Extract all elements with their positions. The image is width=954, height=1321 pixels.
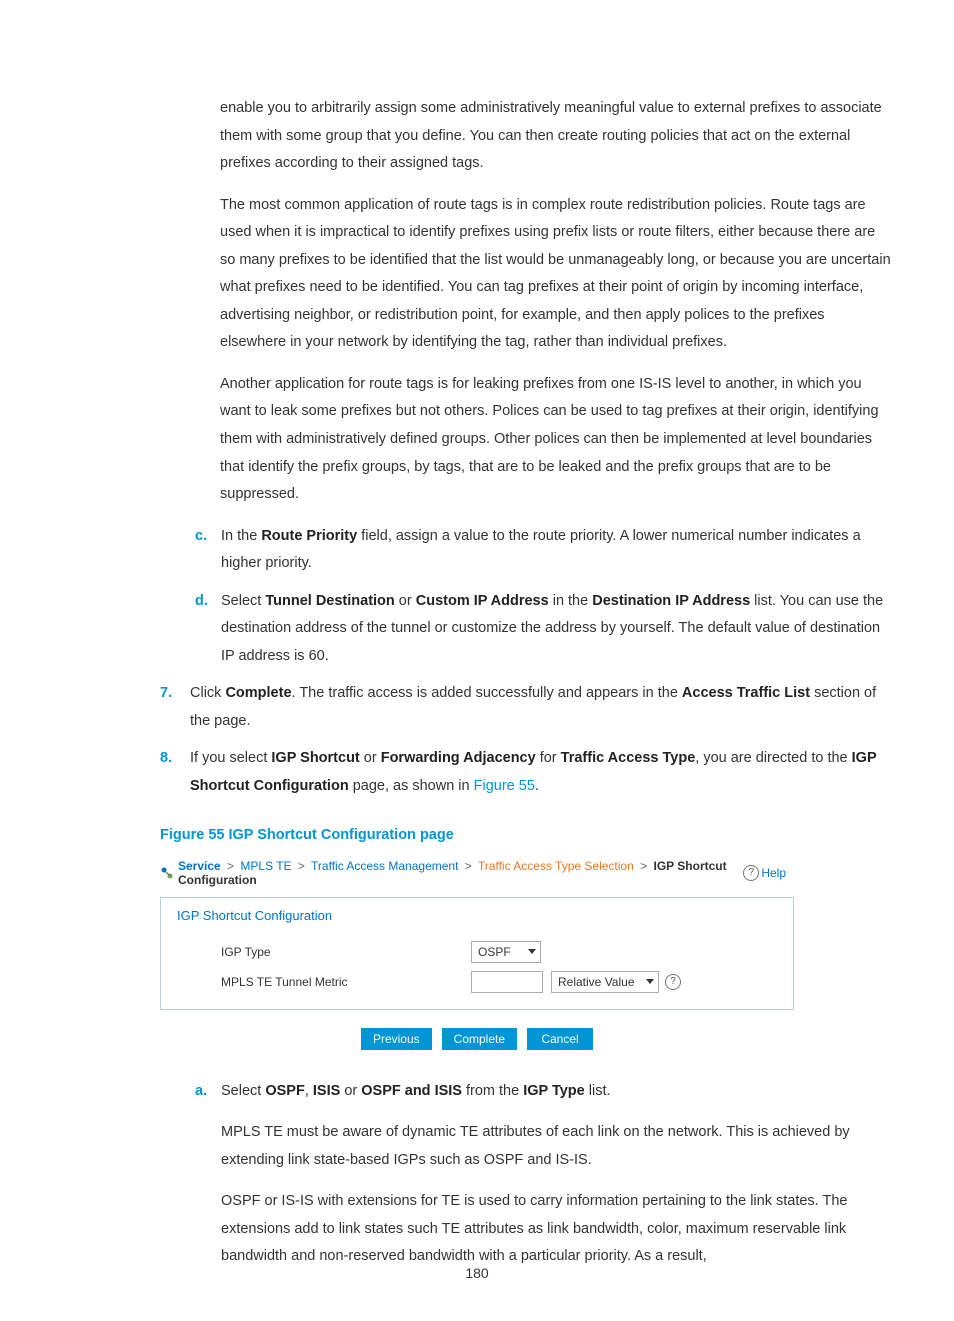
help-icon: ? <box>743 865 759 881</box>
t: list. <box>585 1083 611 1099</box>
step-a2: a. Select OSPF, ISIS or OSPF and ISIS fr… <box>195 1078 894 1271</box>
help-label: Help <box>761 866 786 880</box>
step-7-marker: 7. <box>160 680 190 735</box>
igp-config-panel: IGP Shortcut Configuration IGP Type OSPF… <box>160 897 794 1010</box>
step-c-marker: c. <box>195 523 221 578</box>
service-icon <box>160 866 174 880</box>
b: Tunnel Destination <box>265 593 394 609</box>
crumb-mpls[interactable]: MPLS TE <box>240 859 291 873</box>
step-a2-p3: OSPF or IS-IS with extensions for TE is … <box>221 1188 894 1271</box>
cancel-button[interactable]: Cancel <box>527 1028 593 1050</box>
step-a2-p2: MPLS TE must be aware of dynamic TE attr… <box>221 1119 894 1174</box>
step-d-content: Select Tunnel Destination or Custom IP A… <box>221 588 894 671</box>
t: . The traffic access is added successful… <box>292 685 682 701</box>
select-igp-type-value: OSPF <box>478 945 511 959</box>
step-d-marker: d. <box>195 588 221 671</box>
help-icon[interactable]: ? <box>665 974 681 990</box>
b: IGP Type <box>523 1083 585 1099</box>
breadcrumb-bar: Service > MPLS TE > Traffic Access Manag… <box>160 853 794 897</box>
label-igp-type: IGP Type <box>221 945 471 959</box>
crumb-sep: > <box>224 859 237 873</box>
label-metric: MPLS TE Tunnel Metric <box>221 975 471 989</box>
t: or <box>340 1083 361 1099</box>
b: Forwarding Adjacency <box>381 750 536 766</box>
step-8-marker: 8. <box>160 745 190 800</box>
t: , you are directed to the <box>695 750 851 766</box>
step-8: 8. If you select IGP Shortcut or Forward… <box>160 745 894 800</box>
t: Click <box>190 685 225 701</box>
t: Select <box>221 1083 265 1099</box>
figure-link[interactable]: Figure 55 <box>474 778 535 794</box>
b: Traffic Access Type <box>561 750 696 766</box>
select-relval-value: Relative Value <box>558 975 635 989</box>
crumb-service[interactable]: Service <box>178 859 221 873</box>
chevron-down-icon <box>646 979 654 984</box>
panel-title: IGP Shortcut Configuration <box>161 898 793 937</box>
t: for <box>536 750 561 766</box>
b: OSPF <box>265 1083 304 1099</box>
b: Access Traffic List <box>682 685 810 701</box>
crumb-tam[interactable]: Traffic Access Management <box>311 859 458 873</box>
step-d: d. Select Tunnel Destination or Custom I… <box>195 588 894 671</box>
b: Destination IP Address <box>592 593 750 609</box>
t: from the <box>462 1083 523 1099</box>
screenshot-panel: Service > MPLS TE > Traffic Access Manag… <box>160 853 794 1054</box>
b: OSPF and ISIS <box>361 1083 462 1099</box>
t: Select <box>221 593 265 609</box>
page-number: 180 <box>0 1265 954 1281</box>
select-relative-value[interactable]: Relative Value <box>551 971 659 993</box>
t: . <box>535 778 539 794</box>
complete-button[interactable]: Complete <box>442 1028 517 1050</box>
button-row: Previous Complete Cancel <box>160 1010 794 1054</box>
b: Complete <box>225 685 291 701</box>
select-igp-type[interactable]: OSPF <box>471 941 541 963</box>
breadcrumb: Service > MPLS TE > Traffic Access Manag… <box>178 859 743 887</box>
intro-block: enable you to arbitrarily assign some ad… <box>220 95 894 509</box>
step-8-content: If you select IGP Shortcut or Forwarding… <box>190 745 894 800</box>
t: in the <box>549 593 593 609</box>
step-7-content: Click Complete. The traffic access is ad… <box>190 680 894 735</box>
b: Custom IP Address <box>416 593 549 609</box>
previous-button[interactable]: Previous <box>361 1028 432 1050</box>
step-c-content: In the Route Priority field, assign a va… <box>221 523 894 578</box>
intro-p1: enable you to arbitrarily assign some ad… <box>220 95 894 178</box>
step-c-bold: Route Priority <box>261 528 357 544</box>
chevron-down-icon <box>528 949 536 954</box>
step-c-pre: In the <box>221 528 261 544</box>
t: or <box>360 750 381 766</box>
input-metric[interactable] <box>471 971 543 993</box>
t: page, as shown in <box>349 778 474 794</box>
figure-caption: Figure 55 IGP Shortcut Configuration pag… <box>160 827 894 843</box>
step-c: c. In the Route Priority field, assign a… <box>195 523 894 578</box>
crumb-sep: > <box>637 859 650 873</box>
crumb-tats[interactable]: Traffic Access Type Selection <box>478 859 634 873</box>
crumb-sep: > <box>295 859 308 873</box>
intro-p2: The most common application of route tag… <box>220 192 894 357</box>
b: IGP Shortcut <box>271 750 359 766</box>
step-a2-marker: a. <box>195 1078 221 1271</box>
step-a2-content: Select OSPF, ISIS or OSPF and ISIS from … <box>221 1078 894 1271</box>
t: , <box>305 1083 313 1099</box>
crumb-sep: > <box>462 859 475 873</box>
intro-p3: Another application for route tags is fo… <box>220 371 894 509</box>
help-link[interactable]: ? Help <box>743 865 786 881</box>
row-metric: MPLS TE Tunnel Metric Relative Value ? <box>161 967 793 1009</box>
b: ISIS <box>313 1083 340 1099</box>
row-igp-type: IGP Type OSPF <box>161 937 793 967</box>
t: or <box>395 593 416 609</box>
t: If you select <box>190 750 271 766</box>
step-7: 7. Click Complete. The traffic access is… <box>160 680 894 735</box>
